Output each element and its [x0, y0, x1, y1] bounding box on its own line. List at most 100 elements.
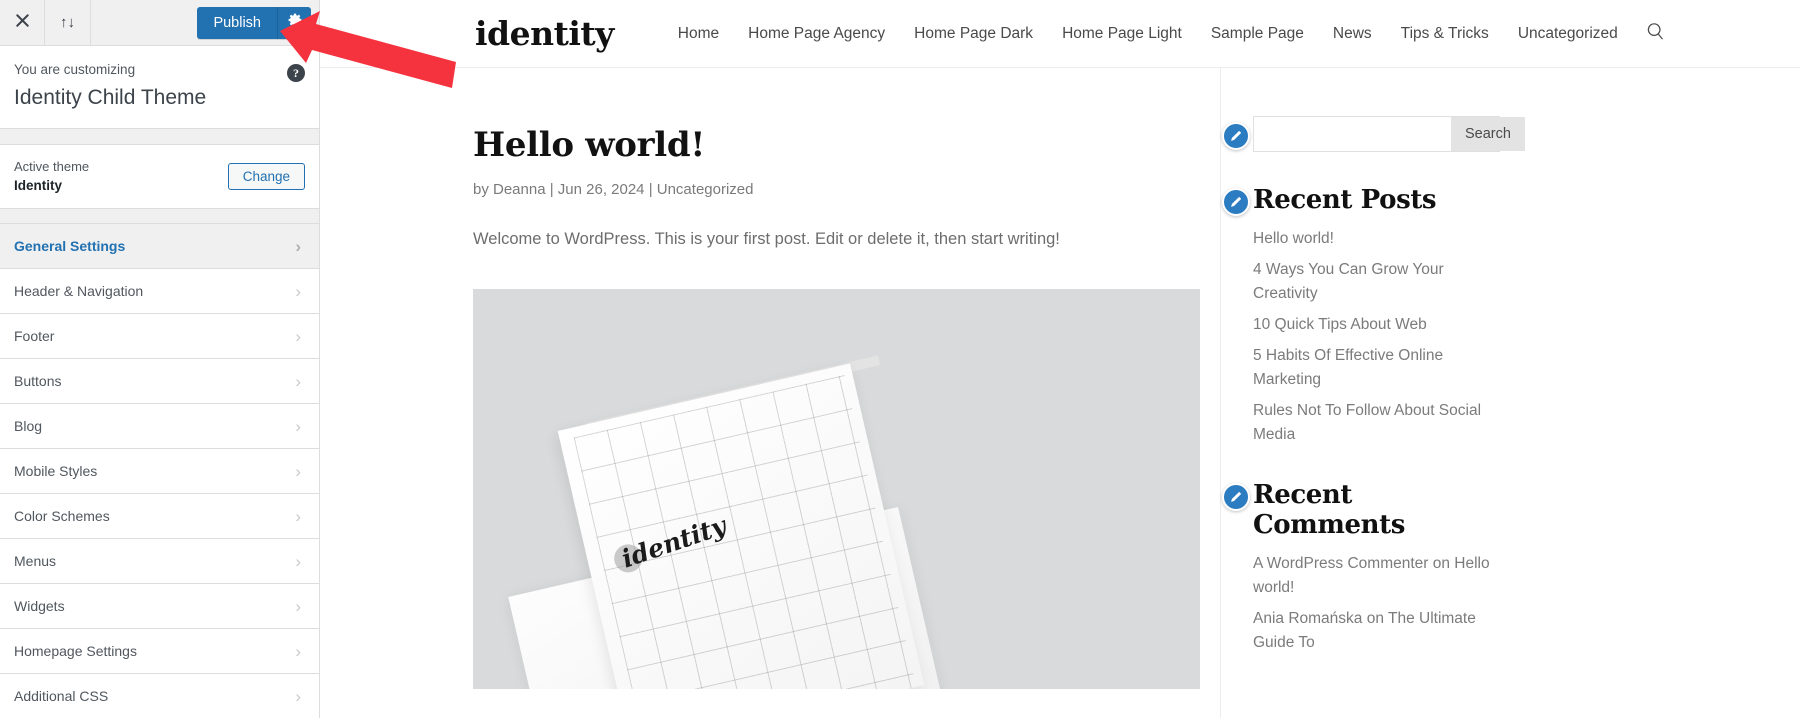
site-header: identity Home Home Page Agency Home Page…	[320, 0, 1800, 68]
sidebar-item-label: General Settings	[14, 238, 126, 255]
sidebar-item-homepage-settings[interactable]: Homepage Settings ›	[0, 629, 319, 675]
recent-posts-title: Recent Posts	[1253, 185, 1437, 215]
featured-image: identity	[473, 289, 1200, 690]
active-theme-text: Active theme Identity	[14, 157, 89, 197]
post-meta: by Deanna | Jun 26, 2024 | Uncategorized	[473, 181, 754, 199]
sidebar-item-label: Buttons	[14, 373, 62, 390]
notepad-grid-lines	[573, 375, 917, 690]
publish-group: Publish	[197, 0, 319, 45]
customizing-info: You are customizing Identity Child Theme…	[0, 46, 319, 129]
sidebar-item-label: Widgets	[14, 598, 65, 615]
sidebar-item-label: Blog	[14, 418, 43, 435]
nav-item-home-page-dark[interactable]: Home Page Dark	[914, 25, 1033, 43]
sidebar-item-menus[interactable]: Menus ›	[0, 539, 319, 585]
customizer-topbar: ↑↓ Publish	[0, 0, 319, 46]
gear-icon	[287, 12, 303, 33]
recent-comments-widget: Recent Comments A WordPress Commenter on…	[1222, 480, 1500, 655]
nav-item-home-page-agency[interactable]: Home Page Agency	[748, 25, 885, 43]
edit-pencil-icon[interactable]	[1222, 483, 1250, 512]
sidebar-item-blog[interactable]: Blog ›	[0, 404, 319, 450]
list-item[interactable]: Hello world!	[1253, 227, 1500, 251]
publish-settings-button[interactable]	[277, 6, 311, 39]
nav-item-tips-tricks[interactable]: Tips & Tricks	[1401, 25, 1489, 43]
customizer-sidebar: ↑↓ Publish You are customizing Identity …	[0, 0, 320, 718]
sidebar-item-footer[interactable]: Footer ›	[0, 314, 319, 360]
edit-pencil-icon[interactable]	[1222, 122, 1250, 150]
page-title: Hello world!	[473, 125, 705, 165]
collapse-sidebar-button[interactable]: ↑↓	[45, 0, 91, 45]
customizing-subtitle: You are customizing	[14, 62, 136, 77]
sidebar-item-label: Mobile Styles	[14, 463, 98, 480]
active-theme-section: Active theme Identity Change	[0, 144, 319, 210]
chevron-right-icon: ›	[295, 461, 301, 481]
sidebar-item-additional-css[interactable]: Additional CSS ›	[0, 674, 319, 718]
search-form[interactable]: Search	[1253, 116, 1525, 152]
nav-item-uncategorized[interactable]: Uncategorized	[1518, 25, 1618, 43]
preview-body: Hello world! by Deanna | Jun 26, 2024 | …	[320, 68, 1800, 718]
chevron-right-icon: ›	[295, 551, 301, 571]
close-icon	[15, 13, 30, 33]
list-item[interactable]: Rules Not To Follow About Social Media	[1253, 399, 1500, 447]
recent-comments-list: A WordPress Commenter on Hello world! An…	[1253, 552, 1500, 655]
customizer-screen: ↑↓ Publish You are customizing Identity …	[0, 0, 1800, 718]
publish-split-button[interactable]: Publish	[197, 6, 311, 39]
notepad-pad-shape: identity	[557, 363, 925, 690]
header-search-button[interactable]	[1646, 22, 1665, 46]
search-widget: Search	[1222, 116, 1525, 152]
customizing-theme-title: Identity Child Theme	[14, 86, 207, 110]
nav-item-sample-page[interactable]: Sample Page	[1211, 25, 1304, 43]
sidebar-item-label: Homepage Settings	[14, 643, 137, 660]
list-item[interactable]: 5 Habits Of Effective Online Marketing	[1253, 344, 1500, 392]
chevron-right-icon: ›	[295, 326, 301, 346]
sidebar-item-general-settings[interactable]: General Settings ›	[0, 224, 319, 270]
nav-item-home[interactable]: Home	[678, 25, 719, 43]
chevron-right-icon: ›	[295, 416, 301, 436]
recent-posts-widget: Recent Posts Hello world! 4 Ways You Can…	[1222, 185, 1500, 447]
list-item[interactable]: A WordPress Commenter on Hello world!	[1253, 552, 1500, 600]
sidebar-item-label: Menus	[14, 553, 57, 570]
nav-item-news[interactable]: News	[1333, 25, 1372, 43]
post-content-column: Hello world! by Deanna | Jun 26, 2024 | …	[320, 68, 1220, 718]
panel-gap-bar	[0, 128, 319, 145]
chevron-right-icon: ›	[295, 641, 301, 661]
nav-item-home-page-light[interactable]: Home Page Light	[1062, 25, 1182, 43]
sidebar-item-label: Color Schemes	[14, 508, 110, 525]
list-item[interactable]: 10 Quick Tips About Web	[1253, 313, 1500, 337]
post-excerpt: Welcome to WordPress. This is your first…	[473, 230, 1060, 249]
expand-collapse-icon: ↑↓	[60, 14, 75, 31]
recent-comments-title: Recent Comments	[1253, 480, 1405, 540]
search-input[interactable]	[1254, 117, 1451, 151]
sidebar-item-widgets[interactable]: Widgets ›	[0, 584, 319, 630]
sidebar-item-header-navigation[interactable]: Header & Navigation ›	[0, 269, 319, 315]
search-submit-button[interactable]: Search	[1451, 117, 1525, 151]
publish-button[interactable]: Publish	[197, 6, 277, 39]
close-customizer-button[interactable]	[0, 0, 45, 45]
recent-posts-list: Hello world! 4 Ways You Can Grow Your Cr…	[1253, 227, 1500, 447]
section-divider	[0, 209, 319, 225]
widget-sidebar: Search Recent Posts Hello world! 4 Ways …	[1220, 68, 1540, 718]
search-icon	[1646, 22, 1665, 46]
change-theme-button[interactable]: Change	[227, 162, 305, 190]
sidebar-item-label: Footer	[14, 328, 55, 345]
active-theme-name: Identity	[14, 178, 63, 194]
sidebar-item-label: Header & Navigation	[14, 283, 144, 300]
list-item[interactable]: Ania Romańska on The Ultimate Guide To	[1253, 607, 1500, 655]
chevron-right-icon: ›	[295, 281, 301, 301]
sidebar-item-color-schemes[interactable]: Color Schemes ›	[0, 494, 319, 540]
active-theme-label: Active theme	[14, 158, 90, 174]
edit-pencil-icon[interactable]	[1222, 188, 1250, 216]
sidebar-item-label: Additional CSS	[14, 688, 109, 705]
help-icon[interactable]: ?	[287, 64, 305, 82]
sidebar-item-mobile-styles[interactable]: Mobile Styles ›	[0, 449, 319, 495]
list-item[interactable]: 4 Ways You Can Grow Your Creativity	[1253, 258, 1500, 306]
chevron-right-icon: ›	[295, 506, 301, 526]
site-logo[interactable]: identity	[475, 14, 614, 53]
primary-navigation: Home Home Page Agency Home Page Dark Hom…	[678, 25, 1618, 43]
chevron-right-icon: ›	[295, 686, 301, 706]
sidebar-item-buttons[interactable]: Buttons ›	[0, 359, 319, 405]
chevron-right-icon: ›	[295, 371, 301, 391]
chevron-right-icon: ›	[295, 596, 301, 616]
site-preview: identity Home Home Page Agency Home Page…	[320, 0, 1800, 718]
chevron-right-icon: ›	[295, 236, 301, 256]
